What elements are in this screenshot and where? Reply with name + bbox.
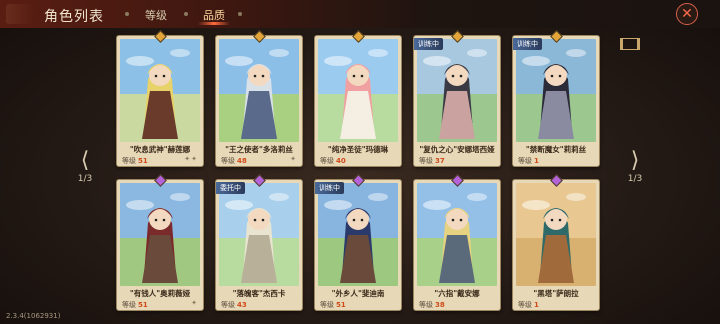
level-value: 48	[237, 157, 247, 165]
level-label: 等级	[221, 301, 235, 309]
level-label: 等级	[221, 157, 235, 165]
level-value: 43	[237, 301, 247, 309]
level-label: 等级	[320, 157, 334, 165]
tab-quality[interactable]: 品质	[203, 7, 225, 23]
tab-separator	[125, 12, 129, 16]
level-value: 40	[336, 157, 346, 165]
level-value: 1	[534, 301, 539, 309]
character-portrait	[120, 39, 200, 142]
character-name: "吹息武神"赫莲娜	[129, 145, 191, 154]
level-label: 等级	[518, 157, 532, 165]
character-portrait	[318, 39, 398, 142]
arrow-right-icon: ⟩	[630, 148, 640, 173]
character-card[interactable]: "王之使者"多洛莉丝等级 48 ✦	[216, 30, 302, 166]
level-label: 等级	[419, 301, 433, 309]
level-value: 37	[435, 157, 445, 165]
tab-separator	[238, 12, 242, 16]
character-portrait	[516, 183, 596, 286]
header-ornament	[6, 4, 34, 24]
character-name: "有钱人"奥莉薇娅	[129, 289, 191, 298]
level-label: 等级	[518, 301, 532, 309]
header-bar: 角色列表 等级 品质 ✕	[0, 0, 720, 28]
character-name: "复仇之心"安娜塔西娅	[419, 145, 495, 154]
level-value: 1	[534, 157, 539, 165]
page-indicator-left: 1/3	[77, 174, 93, 184]
status-badge: 训练中	[414, 38, 443, 50]
level-row: 等级 1	[518, 300, 539, 310]
level-value: 51	[138, 157, 148, 165]
page-indicator-right: 1/3	[627, 174, 643, 184]
character-portrait	[516, 39, 596, 142]
level-row: 等级 40	[320, 156, 346, 166]
tab-level[interactable]: 等级	[145, 7, 167, 23]
level-row: 等级 48	[221, 156, 247, 166]
character-name: "黑塔"萨朗拉	[533, 289, 579, 298]
character-name: "落魄客"杰西卡	[232, 289, 286, 298]
star-rating: ✦	[290, 155, 297, 163]
level-row: 等级 43	[221, 300, 247, 310]
character-name: "六指"戴安娜	[434, 289, 480, 298]
status-badge: 训练中	[513, 38, 542, 50]
character-card[interactable]: "六指"戴安娜 等级 38	[414, 174, 500, 310]
level-row: 等级 1	[518, 156, 539, 166]
star-rating: ✦	[191, 299, 198, 307]
level-label: 等级	[122, 157, 136, 165]
level-label: 等级	[320, 301, 334, 309]
level-label: 等级	[122, 301, 136, 309]
level-value: 51	[336, 301, 346, 309]
level-row: 等级 51	[122, 300, 148, 310]
character-name: "外乡人"斐迪南	[331, 289, 385, 298]
star-rating: ✦✦	[184, 155, 198, 163]
menu-icon[interactable]	[620, 38, 640, 50]
level-value: 51	[138, 301, 148, 309]
character-card[interactable]: 训练中 "外乡人"斐迪南等级 51	[315, 174, 401, 310]
character-portrait	[417, 183, 497, 286]
next-page-button[interactable]: ⟩ 1/3	[620, 148, 650, 185]
character-card[interactable]: "纯净圣徒"玛德琳等级 40	[315, 30, 401, 166]
level-value: 38	[435, 301, 445, 309]
arrow-left-icon: ⟨	[80, 148, 90, 173]
level-label: 等级	[419, 157, 433, 165]
level-row: 等级 37	[419, 156, 445, 166]
character-card[interactable]: "有钱人"奥莉薇娅等级 51 ✦	[117, 174, 203, 310]
tab-separator	[184, 12, 188, 16]
character-name: "禁断魔女"莉莉丝	[525, 145, 587, 154]
character-card[interactable]: "黑塔"萨朗拉 等级 1	[513, 174, 599, 310]
character-card[interactable]: "吹息武神"赫莲娜等级 51 ✦✦	[117, 30, 203, 166]
character-name: "纯净圣徒"玛德琳	[327, 145, 389, 154]
status-badge: 委托中	[216, 182, 245, 194]
prev-page-button[interactable]: ⟨ 1/3	[70, 148, 100, 185]
character-portrait	[219, 39, 299, 142]
active-tab-indicator	[198, 22, 230, 25]
level-row: 等级 51	[122, 156, 148, 166]
character-portrait	[417, 39, 497, 142]
character-portrait	[219, 183, 299, 286]
level-row: 等级 51	[320, 300, 346, 310]
page-title: 角色列表	[44, 9, 104, 25]
version-label: 2.3.4(1062931)	[6, 312, 61, 320]
close-button[interactable]: ✕	[676, 3, 698, 25]
status-badge: 训练中	[315, 182, 344, 194]
character-name: "王之使者"多洛莉丝	[225, 145, 293, 154]
level-row: 等级 38	[419, 300, 445, 310]
character-card[interactable]: 委托中 "落魄客"杰西卡等级 43	[216, 174, 302, 310]
character-portrait	[120, 183, 200, 286]
character-portrait	[318, 183, 398, 286]
character-card[interactable]: 训练中 "禁断魔女"莉莉丝等级 1	[513, 30, 599, 166]
character-card[interactable]: 训练中 "复仇之心"安娜塔西娅 等级 37	[414, 30, 500, 166]
